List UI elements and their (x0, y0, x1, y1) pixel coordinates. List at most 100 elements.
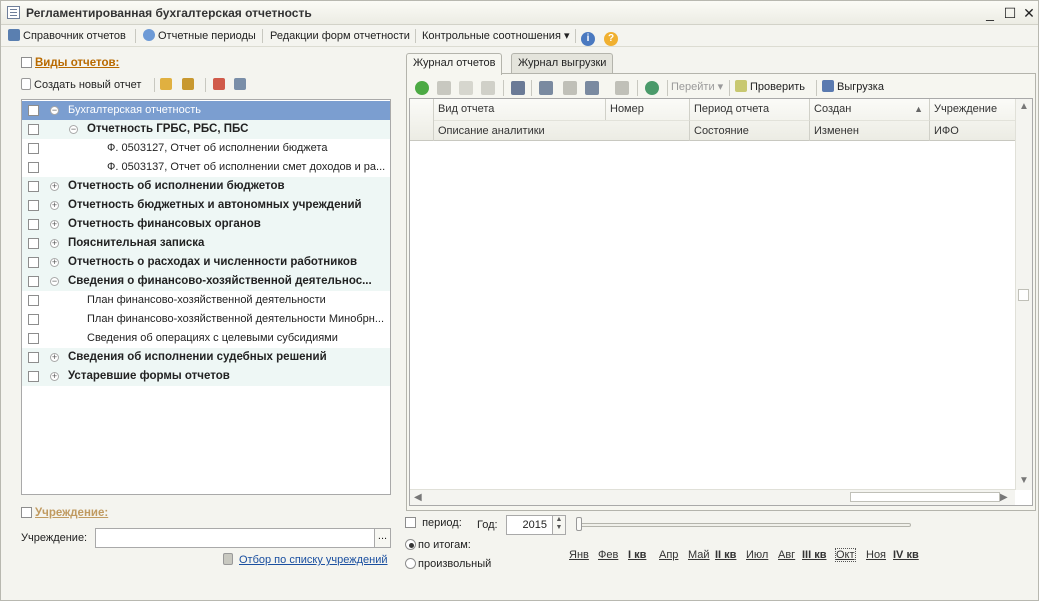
institution-field[interactable]: ... (95, 528, 391, 548)
tree-row-checkbox[interactable] (28, 333, 39, 344)
month-feb[interactable]: Фев (598, 549, 618, 561)
export-button[interactable]: Выгрузка (822, 80, 884, 93)
help-button[interactable]: ? (604, 28, 621, 46)
filter-institutions-link[interactable]: Отбор по списку учреждений (239, 554, 388, 566)
option-totals[interactable]: по итогам: (405, 539, 471, 551)
institution-checkbox[interactable] (21, 507, 32, 518)
tree-row[interactable]: + Отчетность о расходах и численности раб… (22, 253, 390, 272)
tree-row[interactable]: − Бухгалтерская отчетность (22, 101, 390, 120)
edit-icon[interactable] (459, 81, 473, 95)
month-nov[interactable]: Ноя (866, 549, 886, 561)
tree-row[interactable]: − Отчетность ГРБС, РБС, ПБС (22, 120, 390, 139)
radio-totals[interactable] (405, 539, 416, 550)
expand-icon[interactable]: + (50, 239, 59, 248)
scroll-right-icon[interactable]: ▶ (1000, 492, 1008, 503)
tree-row-checkbox[interactable] (28, 257, 39, 268)
filter-clear-icon[interactable] (563, 81, 577, 95)
tree-row-checkbox[interactable] (28, 371, 39, 382)
menu-reporting-periods[interactable]: Отчетные периоды (143, 28, 256, 44)
year-field[interactable]: 2015 ▲ ▼ (506, 515, 566, 535)
tree-row[interactable]: Сведения об операциях с целевыми субсиди… (22, 329, 390, 348)
expand-icon[interactable]: + (50, 258, 59, 267)
menu-report-directory[interactable]: Справочник отчетов (8, 28, 126, 44)
create-report-button[interactable]: Создать новый отчет (21, 78, 141, 91)
copy-icon[interactable] (437, 81, 451, 95)
tree-row[interactable]: − Сведения о финансово-хозяйственной деят… (22, 272, 390, 291)
search-icon[interactable] (511, 81, 525, 95)
collapse-icon[interactable]: − (69, 125, 78, 134)
expand-icon[interactable]: + (50, 201, 59, 210)
add-icon[interactable] (415, 81, 429, 95)
month-jan[interactable]: Янв (569, 549, 589, 561)
month-apr[interactable]: Апр (659, 549, 678, 561)
maximize-button[interactable]: ☐ (1001, 4, 1019, 22)
filter-list-icon[interactable] (585, 81, 599, 95)
tree-row-checkbox[interactable] (28, 314, 39, 325)
month-may[interactable]: Май (688, 549, 710, 561)
column-state[interactable]: Состояние (690, 120, 810, 141)
quarter-4[interactable]: IV кв (893, 549, 919, 561)
expand-icon[interactable]: + (50, 372, 59, 381)
tree-row-checkbox[interactable] (28, 238, 39, 249)
option-custom[interactable]: произвольный (405, 558, 491, 570)
collapse-icon[interactable]: − (50, 106, 59, 115)
tree-row[interactable]: План финансово-хозяйственной деятельност… (22, 310, 390, 329)
quarter-2[interactable]: II кв (715, 549, 736, 561)
period-checkbox[interactable] (405, 517, 416, 528)
period-slider[interactable] (579, 523, 911, 527)
column-report-period[interactable]: Период отчета (690, 99, 810, 120)
filter-remove-icon[interactable] (615, 81, 629, 95)
quarter-3[interactable]: III кв (802, 549, 827, 561)
quarter-1[interactable]: I кв (628, 549, 646, 561)
tree-row[interactable]: + Отчетность об исполнении бюджетов (22, 177, 390, 196)
expand-all-button[interactable] (160, 78, 175, 91)
hscroll-thumb[interactable] (850, 492, 1000, 502)
tab-report-journal[interactable]: Журнал отчетов (406, 53, 503, 75)
expand-icon[interactable]: + (50, 182, 59, 191)
collapse-icon[interactable]: − (50, 277, 59, 286)
scroll-left-icon[interactable]: ◀ (414, 492, 422, 503)
tree-row[interactable]: + Отчетность бюджетных и автономных учреж… (22, 196, 390, 215)
tree-row[interactable]: План финансово-хозяйственной деятельност… (22, 291, 390, 310)
minimize-button[interactable]: _ (981, 4, 999, 22)
expand-icon[interactable]: + (50, 220, 59, 229)
check-button[interactable]: Проверить (735, 80, 805, 93)
tree-row[interactable]: + Сведения об исполнении судебных решений (22, 348, 390, 367)
column-institution[interactable]: Учреждение (930, 99, 1015, 120)
filter-icon[interactable] (539, 81, 553, 95)
tree-row-checkbox[interactable] (28, 105, 39, 116)
tree-row-checkbox[interactable] (28, 276, 39, 287)
report-types-tree[interactable]: − Бухгалтерская отчетность − Отчетность ГРБ… (21, 99, 391, 495)
tree-row[interactable]: + Отчетность финансовых органов (22, 215, 390, 234)
menu-control-ratios[interactable]: Контрольные соотношения ▾ (422, 28, 569, 44)
delete-icon[interactable] (481, 81, 495, 95)
institution-select-button[interactable]: ... (374, 529, 390, 547)
tree-row-checkbox[interactable] (28, 219, 39, 230)
tree-row-checkbox[interactable] (28, 181, 39, 192)
report-types-checkbox[interactable] (21, 57, 32, 68)
menu-form-revisions[interactable]: Редакции форм отчетности (270, 28, 410, 44)
scroll-up-icon[interactable]: ▲ (1019, 101, 1029, 112)
column-created[interactable]: Создан ▲ (810, 99, 930, 120)
radio-custom[interactable] (405, 558, 416, 569)
column-analytics-description[interactable]: Описание аналитики (434, 120, 690, 141)
report-settings-button[interactable] (234, 78, 249, 91)
tree-row-checkbox[interactable] (28, 352, 39, 363)
column-report-type[interactable]: Вид отчета (434, 99, 606, 120)
info-button[interactable]: i (581, 28, 598, 46)
horizontal-scrollbar[interactable]: ◀ ▶ (410, 489, 1015, 505)
column-ifo[interactable]: ИФО (930, 120, 1015, 141)
tree-row-checkbox[interactable] (28, 295, 39, 306)
refresh-icon[interactable] (645, 81, 659, 95)
tree-row[interactable]: Ф. 0503127, Отчет об исполнении бюджета (22, 139, 390, 158)
tree-row-checkbox[interactable] (28, 200, 39, 211)
scroll-down-icon[interactable]: ▼ (1019, 475, 1029, 486)
month-aug[interactable]: Авг (778, 549, 795, 561)
tree-row-checkbox[interactable] (28, 143, 39, 154)
goto-menu[interactable]: Перейти ▾ (671, 80, 723, 93)
tree-row[interactable]: + Пояснительная записка (22, 234, 390, 253)
month-oct[interactable]: Окт (835, 548, 856, 562)
month-jul[interactable]: Июл (746, 549, 768, 561)
period-slider-thumb[interactable] (576, 517, 582, 531)
report-journal-table[interactable]: Вид отчета Номер Период отчета Создан ▲ … (409, 98, 1033, 506)
